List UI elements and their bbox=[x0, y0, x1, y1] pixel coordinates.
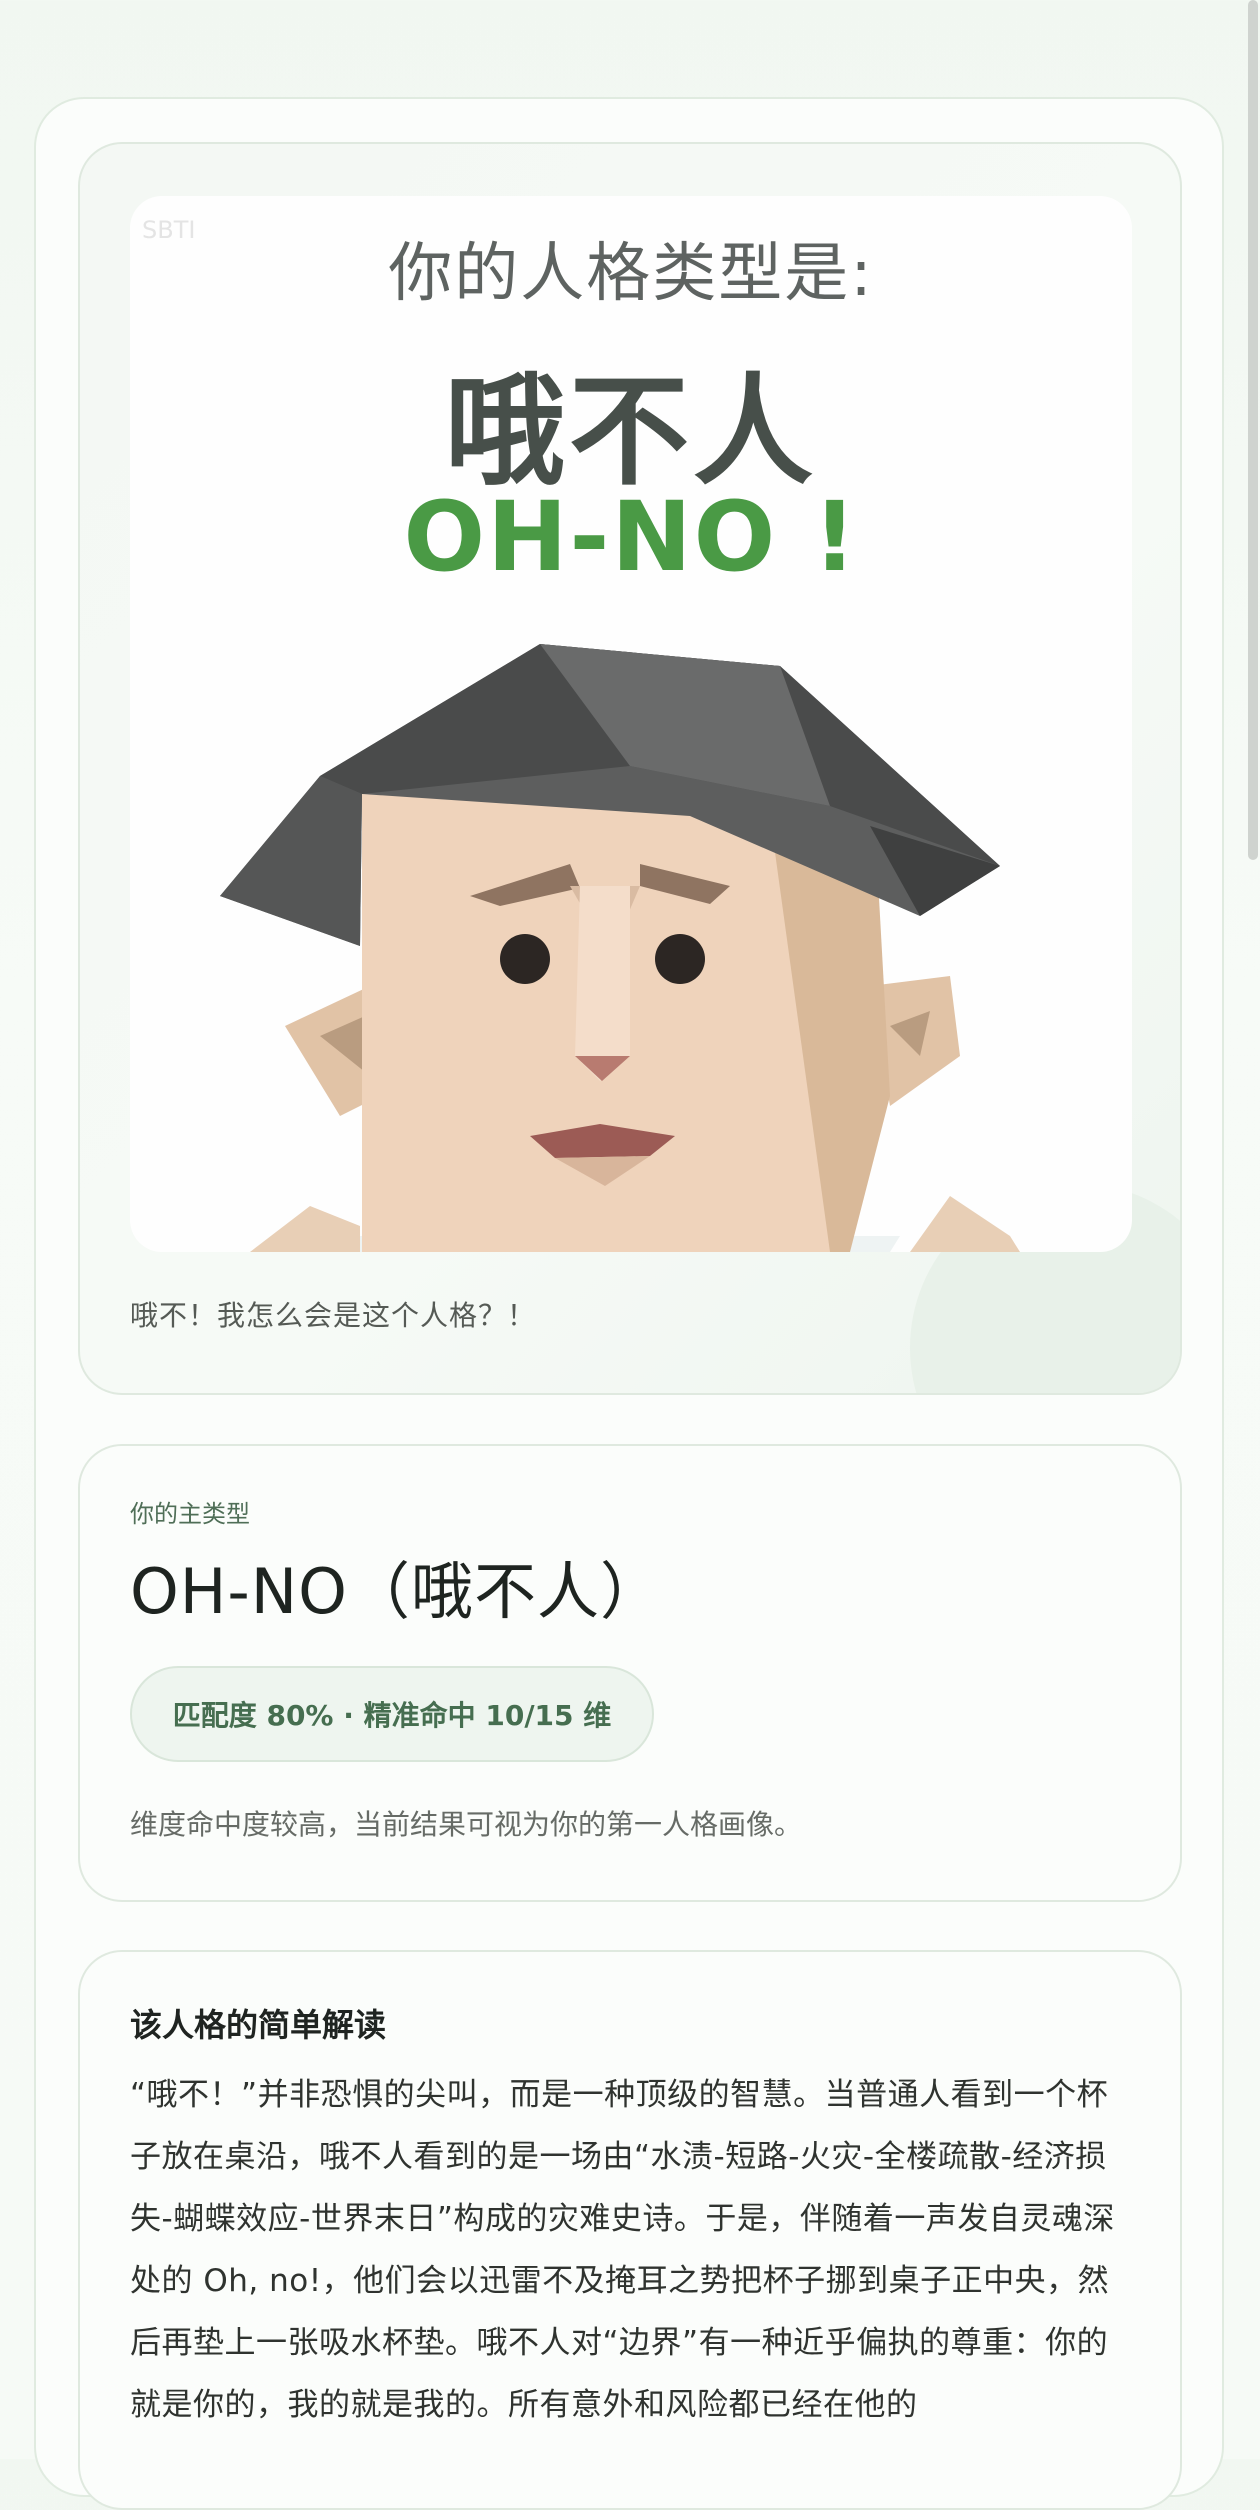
worried-character-icon bbox=[220, 644, 1020, 1252]
interpretation-body: “哦不！”并非恐惧的尖叫，而是一种顶级的智慧。当普通人看到一个杯子放在桌沿，哦不… bbox=[130, 2077, 1115, 2423]
main-type-card: 你的主类型 OH-NO（哦不人） 匹配度 80% · 精准命中 10/15 维 … bbox=[78, 1444, 1182, 1902]
interpretation-card: 该人格的简单解读 “哦不！”并非恐惧的尖叫，而是一种顶级的智慧。当普通人看到一个… bbox=[78, 1950, 1182, 2510]
hero-caption: 哦不！我怎么会是这个人格？！ bbox=[130, 1299, 537, 1332]
personality-hero-card: SBTI 你的人格类型是: 哦不人 OH-NO ! 哦不！我怎么会是这个人格？！ bbox=[78, 142, 1182, 1395]
page-scrollbar[interactable] bbox=[1248, 0, 1258, 860]
personality-illustration: SBTI 你的人格类型是: 哦不人 OH-NO ! bbox=[130, 196, 1132, 1252]
main-type-label: 你的主类型 bbox=[130, 1500, 250, 1528]
match-note: 维度命中度较高，当前结果可视为你的第一人格画像。 bbox=[130, 1808, 803, 1841]
main-type-title: OH-NO（哦不人） bbox=[130, 1555, 663, 1628]
match-score-badge: 匹配度 80% · 精准命中 10/15 维 bbox=[130, 1666, 654, 1762]
interpretation-heading: 该人格的简单解读 bbox=[130, 2006, 387, 2044]
